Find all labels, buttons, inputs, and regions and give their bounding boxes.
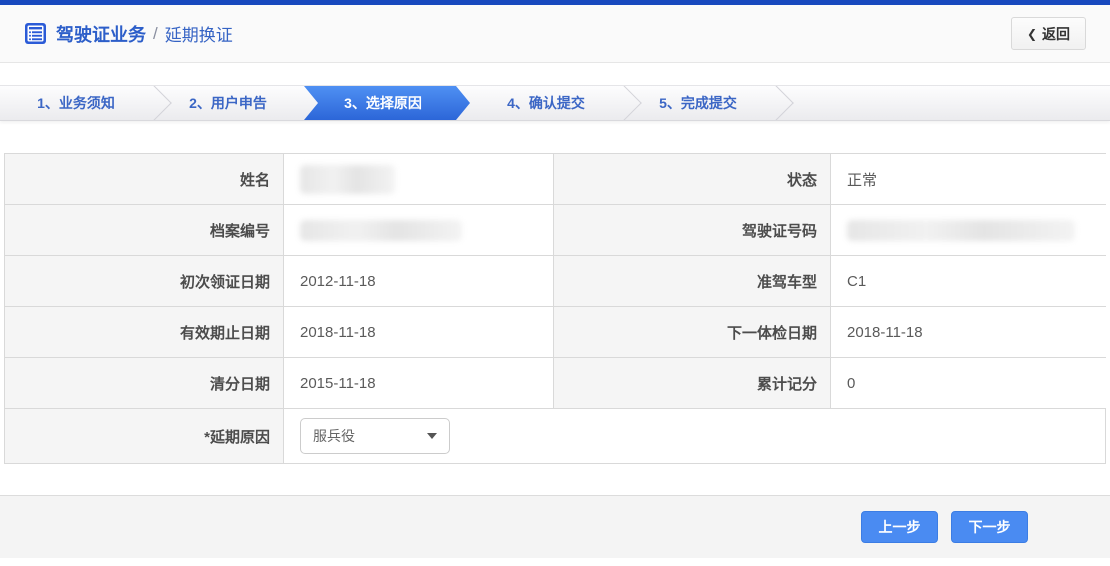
table-row: 有效期止日期 2018-11-18 下一体检日期 2018-11-18 xyxy=(5,307,1105,358)
license-number-label: 驾驶证号码 xyxy=(554,205,831,255)
status-value: 正常 xyxy=(831,154,1107,204)
back-button-label: 返回 xyxy=(1042,24,1070,44)
page-title-secondary: 延期换证 xyxy=(165,21,233,46)
table-row-reason: *延期原因 服兵役 xyxy=(5,409,1105,464)
step-label: 3、选择原因 xyxy=(344,93,422,113)
first-issue-date-value: 2012-11-18 xyxy=(284,256,554,306)
name-label: 姓名 xyxy=(5,154,284,204)
valid-until-value: 2018-11-18 xyxy=(284,307,554,357)
table-row: 档案编号 驾驶证号码 xyxy=(5,205,1105,256)
footer-action-bar: 上一步 下一步 xyxy=(0,495,1110,558)
extension-reason-cell: 服兵役 xyxy=(284,409,1105,463)
step-1-business-notice[interactable]: 1、业务须知 xyxy=(0,86,152,120)
points-clear-date-value: 2015-11-18 xyxy=(284,358,554,408)
step-4-confirm-submit[interactable]: 4、确认提交 xyxy=(470,86,622,120)
step-label: 4、确认提交 xyxy=(507,93,585,113)
step-5-finish-submit[interactable]: 5、完成提交 xyxy=(622,86,774,120)
redacted-name-value xyxy=(300,165,395,194)
step-label: 5、完成提交 xyxy=(659,93,737,113)
status-label: 状态 xyxy=(554,154,831,204)
file-number-label: 档案编号 xyxy=(5,205,284,255)
accumulated-points-value: 0 xyxy=(831,358,1107,408)
vehicle-class-value: C1 xyxy=(831,256,1107,306)
license-number-value xyxy=(831,205,1107,255)
back-button[interactable]: ❮ 返回 xyxy=(1011,17,1086,50)
step-label: 2、用户申告 xyxy=(189,93,267,113)
first-issue-date-label: 初次领证日期 xyxy=(5,256,284,306)
table-row: 清分日期 2015-11-18 累计记分 0 xyxy=(5,358,1105,409)
redacted-file-number-value xyxy=(300,220,462,241)
redacted-license-number-value xyxy=(847,220,1075,241)
table-row: 姓名 状态 正常 xyxy=(5,154,1105,205)
table-row: 初次领证日期 2012-11-18 准驾车型 C1 xyxy=(5,256,1105,307)
step-progress-bar: 1、业务须知 2、用户申告 3、选择原因 4、确认提交 5、完成提交 xyxy=(0,85,1110,121)
license-info-table: 姓名 状态 正常 档案编号 驾驶证号码 初次领证日期 2012-11-18 准驾… xyxy=(4,153,1106,464)
name-value xyxy=(284,154,554,204)
step-label: 1、业务须知 xyxy=(37,93,115,113)
previous-step-button[interactable]: 上一步 xyxy=(861,511,938,543)
next-physical-date-label: 下一体检日期 xyxy=(554,307,831,357)
chevron-down-icon xyxy=(427,433,437,439)
extension-reason-selected: 服兵役 xyxy=(313,426,427,446)
step-2-user-declaration[interactable]: 2、用户申告 xyxy=(152,86,304,120)
list-icon xyxy=(24,22,47,45)
vehicle-class-label: 准驾车型 xyxy=(554,256,831,306)
title-separator: / xyxy=(153,24,158,44)
extension-reason-label: *延期原因 xyxy=(5,409,284,463)
step-3-select-reason-active[interactable]: 3、选择原因 xyxy=(304,86,470,120)
extension-reason-select[interactable]: 服兵役 xyxy=(300,418,450,454)
next-step-button[interactable]: 下一步 xyxy=(951,511,1028,543)
chevron-left-icon: ❮ xyxy=(1027,27,1037,41)
file-number-value xyxy=(284,205,554,255)
valid-until-label: 有效期止日期 xyxy=(5,307,284,357)
accumulated-points-label: 累计记分 xyxy=(554,358,831,408)
next-physical-date-value: 2018-11-18 xyxy=(831,307,1107,357)
points-clear-date-label: 清分日期 xyxy=(5,358,284,408)
page-title-primary: 驾驶证业务 xyxy=(56,21,146,47)
page-header: 驾驶证业务 / 延期换证 ❮ 返回 xyxy=(0,5,1110,63)
